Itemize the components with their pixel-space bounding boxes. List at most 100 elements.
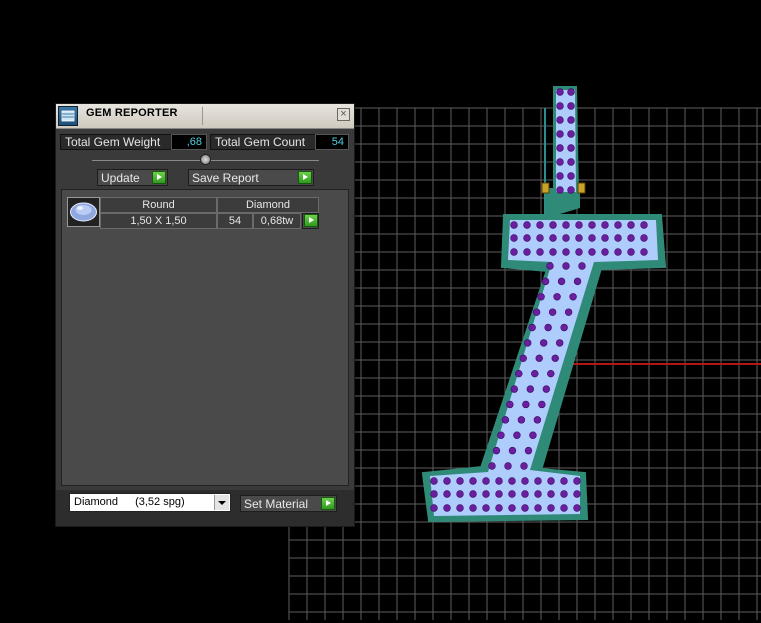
gem-stone[interactable]: [627, 234, 635, 242]
gem-stone[interactable]: [510, 234, 518, 242]
gem-stone[interactable]: [456, 504, 464, 512]
gem-stone[interactable]: [533, 416, 542, 424]
gem-stone[interactable]: [601, 248, 609, 256]
gem-stone[interactable]: [534, 490, 542, 498]
gem-stone[interactable]: [488, 462, 496, 470]
gem-stone[interactable]: [508, 446, 517, 455]
gem-stone[interactable]: [542, 385, 551, 393]
gem-stone[interactable]: [601, 234, 609, 242]
gem-stone[interactable]: [534, 477, 542, 485]
gem-stone[interactable]: [456, 490, 464, 498]
gem-stone[interactable]: [556, 158, 564, 166]
gem-stone[interactable]: [443, 504, 451, 512]
gem-stone[interactable]: [522, 400, 530, 409]
gem-stone[interactable]: [523, 234, 531, 242]
gem-stone[interactable]: [523, 248, 531, 256]
gem-stone[interactable]: [495, 504, 503, 512]
gem-stone[interactable]: [508, 504, 516, 512]
gem-stone[interactable]: [547, 504, 555, 512]
gem-stone[interactable]: [528, 323, 536, 332]
gem-stone[interactable]: [521, 490, 529, 498]
gem-stone[interactable]: [536, 221, 544, 229]
gem-stone[interactable]: [556, 88, 564, 96]
save-report-button[interactable]: Save Report: [188, 169, 314, 186]
gem-stone[interactable]: [562, 234, 570, 242]
gem-stone[interactable]: [495, 490, 503, 498]
gem-stone[interactable]: [588, 234, 596, 242]
gem-stone[interactable]: [588, 221, 596, 229]
gem-stone[interactable]: [517, 416, 526, 424]
close-icon[interactable]: ×: [337, 108, 350, 121]
gem-stone[interactable]: [456, 477, 464, 485]
gem-stone[interactable]: [510, 221, 518, 229]
gem-stone[interactable]: [547, 477, 555, 485]
gem-stone[interactable]: [513, 431, 521, 439]
gem-stone[interactable]: [523, 339, 532, 347]
gem-stone[interactable]: [556, 186, 564, 194]
gem-stone[interactable]: [614, 248, 622, 256]
gem-stone[interactable]: [564, 308, 573, 316]
gem-stone[interactable]: [469, 504, 477, 512]
chevron-down-icon[interactable]: [214, 495, 229, 510]
gem-stone[interactable]: [556, 102, 564, 110]
gem-stone[interactable]: [567, 88, 575, 96]
gem-stone[interactable]: [523, 221, 531, 229]
gem-stone[interactable]: [546, 262, 554, 270]
gem-stone[interactable]: [469, 477, 477, 485]
gem-stone[interactable]: [521, 477, 529, 485]
gem-stone[interactable]: [508, 477, 516, 485]
gem-stone[interactable]: [443, 490, 451, 498]
title-bar[interactable]: GEM REPORTER ×: [56, 104, 354, 129]
gem-stone[interactable]: [557, 277, 566, 286]
gem-stone[interactable]: [614, 221, 622, 229]
gem-stone[interactable]: [430, 477, 438, 485]
gem-stone[interactable]: [549, 221, 557, 229]
gem-stone[interactable]: [504, 462, 512, 470]
gem-stone[interactable]: [529, 431, 537, 439]
gem-stone[interactable]: [549, 234, 557, 242]
gem-stone[interactable]: [562, 262, 570, 270]
gem-stone[interactable]: [562, 221, 570, 229]
gem-stone[interactable]: [524, 446, 533, 455]
gem-stone[interactable]: [495, 477, 503, 485]
gem-stone[interactable]: [482, 477, 490, 485]
gem-stone[interactable]: [578, 262, 586, 270]
gem-stone[interactable]: [573, 504, 581, 512]
gem-stone[interactable]: [510, 248, 518, 256]
gem-stone[interactable]: [567, 172, 575, 180]
gem-stone[interactable]: [547, 369, 555, 378]
gem-stone[interactable]: [556, 130, 564, 138]
slider-handle[interactable]: [200, 154, 211, 165]
gem-stone[interactable]: [553, 293, 561, 301]
gem-stone[interactable]: [521, 504, 529, 512]
gem-stone[interactable]: [492, 446, 501, 455]
gem-stone[interactable]: [601, 221, 609, 229]
gem-stone[interactable]: [515, 369, 523, 378]
gem-stone[interactable]: [567, 186, 575, 194]
material-select[interactable]: Diamond (3,52 spg): [69, 493, 231, 512]
gem-stone[interactable]: [575, 234, 583, 242]
gem-stone[interactable]: [541, 277, 550, 286]
gem-stone[interactable]: [535, 354, 543, 363]
gem-stone[interactable]: [640, 221, 648, 229]
gem-stone[interactable]: [539, 339, 548, 347]
gem-stone[interactable]: [469, 490, 477, 498]
gem-row-action-button[interactable]: [302, 213, 319, 229]
gem-stone[interactable]: [573, 277, 582, 286]
gem-stone[interactable]: [544, 323, 552, 332]
gem-stone[interactable]: [549, 248, 557, 256]
gem-stone[interactable]: [501, 416, 510, 424]
gem-stone[interactable]: [531, 369, 539, 378]
gem-stone[interactable]: [567, 130, 575, 138]
gem-stone[interactable]: [560, 490, 568, 498]
gem-stone[interactable]: [482, 504, 490, 512]
gem-stone[interactable]: [560, 504, 568, 512]
gem-stone[interactable]: [555, 339, 564, 347]
gem-stone[interactable]: [508, 490, 516, 498]
gem-stone[interactable]: [627, 221, 635, 229]
gem-stone[interactable]: [519, 354, 527, 363]
gem-stone[interactable]: [556, 144, 564, 152]
gem-stone[interactable]: [640, 248, 648, 256]
gem-stone[interactable]: [538, 400, 546, 409]
gem-stone[interactable]: [482, 490, 490, 498]
